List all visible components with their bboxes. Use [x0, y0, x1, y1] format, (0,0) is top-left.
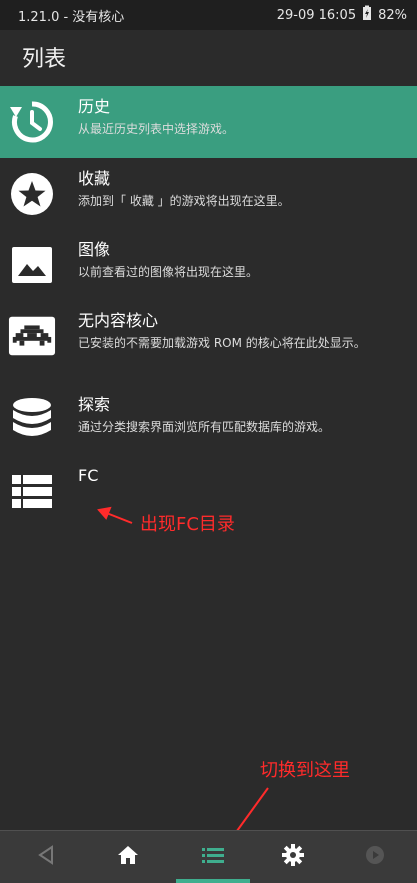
annotation-fc-note: 出现FC目录	[140, 514, 235, 535]
gear-icon	[282, 844, 304, 866]
back-icon	[38, 845, 53, 865]
annotation-arrows	[97, 506, 269, 851]
home-tab[interactable]	[98, 831, 158, 879]
play-icon	[366, 846, 384, 864]
back-tab[interactable]	[16, 831, 76, 879]
list-icon	[202, 848, 224, 863]
run-tab[interactable]	[345, 831, 405, 879]
home-icon	[118, 846, 138, 864]
fc-arrow	[97, 506, 133, 524]
playlists-tab[interactable]	[183, 831, 243, 879]
annotation-switch-note: 切换到这里	[260, 760, 350, 781]
active-tab-indicator	[176, 879, 250, 883]
settings-tab[interactable]	[263, 831, 323, 879]
bottom-nav	[0, 830, 417, 883]
